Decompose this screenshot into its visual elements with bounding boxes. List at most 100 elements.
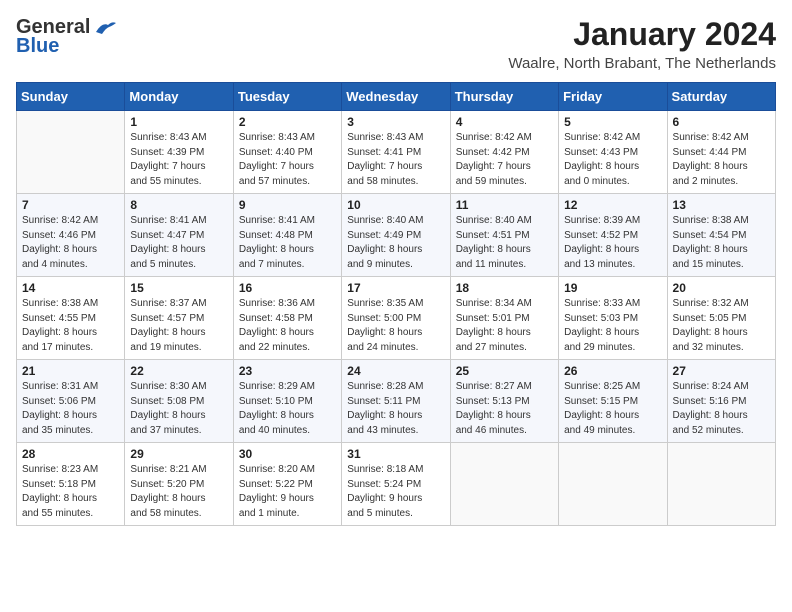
weekday-header-saturday: Saturday	[667, 83, 775, 111]
day-info: Sunrise: 8:24 AM Sunset: 5:16 PM Dayligh…	[673, 380, 770, 438]
day-info: Sunrise: 8:38 AM Sunset: 4:55 PM Dayligh…	[22, 297, 119, 355]
calendar-cell: 31 Sunrise: 8:18 AM Sunset: 5:24 PM Dayli…	[342, 443, 450, 526]
day-number: 12	[564, 198, 661, 212]
week-row-3: 21Sunrise: 8:31 AM Sunset: 5:06 PM Dayli…	[17, 360, 776, 443]
day-number: 5	[564, 115, 661, 129]
title-area: January 2024 Waalre, North Brabant, The …	[508, 16, 776, 72]
calendar-cell: 22Sunrise: 8:30 AM Sunset: 5:08 PM Dayli…	[125, 360, 233, 443]
day-number: 2	[239, 115, 336, 129]
day-number: 18	[456, 281, 553, 295]
day-number: 15	[130, 281, 227, 295]
day-info: Sunrise: 8:38 AM Sunset: 4:54 PM Dayligh…	[673, 214, 770, 272]
day-number: 25	[456, 364, 553, 378]
calendar-cell: 5 Sunrise: 8:42 AM Sunset: 4:43 PM Daylig…	[559, 111, 667, 194]
day-number: 31	[347, 447, 444, 461]
day-info: Sunrise: 8:18 AM Sunset: 5:24 PM Dayligh…	[347, 463, 444, 521]
day-info: Sunrise: 8:40 AM Sunset: 4:51 PM Dayligh…	[456, 214, 553, 272]
day-number: 16	[239, 281, 336, 295]
day-info: Sunrise: 8:29 AM Sunset: 5:10 PM Dayligh…	[239, 380, 336, 438]
day-info: Sunrise: 8:42 AM Sunset: 4:46 PM Dayligh…	[22, 214, 119, 272]
calendar-cell: 9 Sunrise: 8:41 AM Sunset: 4:48 PM Daylig…	[233, 194, 341, 277]
logo-blue: Blue	[16, 35, 59, 58]
day-number: 10	[347, 198, 444, 212]
day-info: Sunrise: 8:30 AM Sunset: 5:08 PM Dayligh…	[130, 380, 227, 438]
calendar-cell: 21Sunrise: 8:31 AM Sunset: 5:06 PM Dayli…	[17, 360, 125, 443]
day-info: Sunrise: 8:20 AM Sunset: 5:22 PM Dayligh…	[239, 463, 336, 521]
calendar-cell: 7 Sunrise: 8:42 AM Sunset: 4:46 PM Daylig…	[17, 194, 125, 277]
day-number: 26	[564, 364, 661, 378]
calendar-cell: 4 Sunrise: 8:42 AM Sunset: 4:42 PM Daylig…	[450, 111, 558, 194]
logo-bird-icon	[94, 20, 116, 36]
day-number: 13	[673, 198, 770, 212]
week-row-4: 28Sunrise: 8:23 AM Sunset: 5:18 PM Dayli…	[17, 443, 776, 526]
day-info: Sunrise: 8:35 AM Sunset: 5:00 PM Dayligh…	[347, 297, 444, 355]
day-number: 21	[22, 364, 119, 378]
calendar-cell: 3 Sunrise: 8:43 AM Sunset: 4:41 PM Daylig…	[342, 111, 450, 194]
weekday-header-thursday: Thursday	[450, 83, 558, 111]
day-info: Sunrise: 8:27 AM Sunset: 5:13 PM Dayligh…	[456, 380, 553, 438]
day-info: Sunrise: 8:40 AM Sunset: 4:49 PM Dayligh…	[347, 214, 444, 272]
weekday-header-monday: Monday	[125, 83, 233, 111]
day-number: 1	[130, 115, 227, 129]
day-info: Sunrise: 8:37 AM Sunset: 4:57 PM Dayligh…	[130, 297, 227, 355]
day-info: Sunrise: 8:42 AM Sunset: 4:43 PM Dayligh…	[564, 131, 661, 189]
day-info: Sunrise: 8:25 AM Sunset: 5:15 PM Dayligh…	[564, 380, 661, 438]
week-row-1: 7 Sunrise: 8:42 AM Sunset: 4:46 PM Daylig…	[17, 194, 776, 277]
calendar-cell: 20Sunrise: 8:32 AM Sunset: 5:05 PM Dayli…	[667, 277, 775, 360]
location-title: Waalre, North Brabant, The Netherlands	[508, 55, 776, 72]
day-number: 7	[22, 198, 119, 212]
month-title: January 2024	[508, 16, 776, 53]
calendar-cell: 13 Sunrise: 8:38 AM Sunset: 4:54 PM Dayli…	[667, 194, 775, 277]
day-info: Sunrise: 8:43 AM Sunset: 4:39 PM Dayligh…	[130, 131, 227, 189]
calendar-cell: 19 Sunrise: 8:33 AM Sunset: 5:03 PM Dayli…	[559, 277, 667, 360]
weekday-header-wednesday: Wednesday	[342, 83, 450, 111]
day-info: Sunrise: 8:43 AM Sunset: 4:40 PM Dayligh…	[239, 131, 336, 189]
calendar-cell	[450, 443, 558, 526]
day-info: Sunrise: 8:28 AM Sunset: 5:11 PM Dayligh…	[347, 380, 444, 438]
day-number: 27	[673, 364, 770, 378]
day-number: 9	[239, 198, 336, 212]
day-number: 30	[239, 447, 336, 461]
weekday-header-sunday: Sunday	[17, 83, 125, 111]
day-number: 29	[130, 447, 227, 461]
calendar-cell: 16Sunrise: 8:36 AM Sunset: 4:58 PM Dayli…	[233, 277, 341, 360]
logo: General Blue	[16, 16, 116, 58]
calendar-cell: 29 Sunrise: 8:21 AM Sunset: 5:20 PM Dayli…	[125, 443, 233, 526]
day-number: 17	[347, 281, 444, 295]
weekday-header-row: SundayMondayTuesdayWednesdayThursdayFrid…	[17, 83, 776, 111]
calendar-cell	[667, 443, 775, 526]
day-info: Sunrise: 8:34 AM Sunset: 5:01 PM Dayligh…	[456, 297, 553, 355]
day-number: 3	[347, 115, 444, 129]
calendar-cell: 17 Sunrise: 8:35 AM Sunset: 5:00 PM Dayli…	[342, 277, 450, 360]
calendar-cell: 24 Sunrise: 8:28 AM Sunset: 5:11 PM Dayli…	[342, 360, 450, 443]
day-info: Sunrise: 8:21 AM Sunset: 5:20 PM Dayligh…	[130, 463, 227, 521]
calendar-body: 1 Sunrise: 8:43 AM Sunset: 4:39 PM Daylig…	[17, 111, 776, 526]
weekday-header-friday: Friday	[559, 83, 667, 111]
calendar-cell: 27 Sunrise: 8:24 AM Sunset: 5:16 PM Dayli…	[667, 360, 775, 443]
day-number: 4	[456, 115, 553, 129]
calendar-cell: 30 Sunrise: 8:20 AM Sunset: 5:22 PM Dayli…	[233, 443, 341, 526]
calendar-cell: 1 Sunrise: 8:43 AM Sunset: 4:39 PM Daylig…	[125, 111, 233, 194]
day-number: 14	[22, 281, 119, 295]
calendar-cell: 26 Sunrise: 8:25 AM Sunset: 5:15 PM Dayli…	[559, 360, 667, 443]
day-info: Sunrise: 8:32 AM Sunset: 5:05 PM Dayligh…	[673, 297, 770, 355]
day-info: Sunrise: 8:42 AM Sunset: 4:42 PM Dayligh…	[456, 131, 553, 189]
day-info: Sunrise: 8:43 AM Sunset: 4:41 PM Dayligh…	[347, 131, 444, 189]
day-info: Sunrise: 8:41 AM Sunset: 4:47 PM Dayligh…	[130, 214, 227, 272]
calendar-cell: 8 Sunrise: 8:41 AM Sunset: 4:47 PM Daylig…	[125, 194, 233, 277]
day-number: 8	[130, 198, 227, 212]
day-number: 28	[22, 447, 119, 461]
day-info: Sunrise: 8:41 AM Sunset: 4:48 PM Dayligh…	[239, 214, 336, 272]
calendar-cell: 2 Sunrise: 8:43 AM Sunset: 4:40 PM Daylig…	[233, 111, 341, 194]
day-number: 24	[347, 364, 444, 378]
day-info: Sunrise: 8:39 AM Sunset: 4:52 PM Dayligh…	[564, 214, 661, 272]
day-info: Sunrise: 8:42 AM Sunset: 4:44 PM Dayligh…	[673, 131, 770, 189]
calendar-table: SundayMondayTuesdayWednesdayThursdayFrid…	[16, 82, 776, 526]
calendar-cell: 15 Sunrise: 8:37 AM Sunset: 4:57 PM Dayli…	[125, 277, 233, 360]
calendar-cell: 6Sunrise: 8:42 AM Sunset: 4:44 PM Daylig…	[667, 111, 775, 194]
calendar-cell: 10 Sunrise: 8:40 AM Sunset: 4:49 PM Dayli…	[342, 194, 450, 277]
day-number: 19	[564, 281, 661, 295]
calendar-cell: 11Sunrise: 8:40 AM Sunset: 4:51 PM Dayli…	[450, 194, 558, 277]
day-info: Sunrise: 8:33 AM Sunset: 5:03 PM Dayligh…	[564, 297, 661, 355]
page-header: General Blue January 2024 Waalre, North …	[16, 16, 776, 72]
